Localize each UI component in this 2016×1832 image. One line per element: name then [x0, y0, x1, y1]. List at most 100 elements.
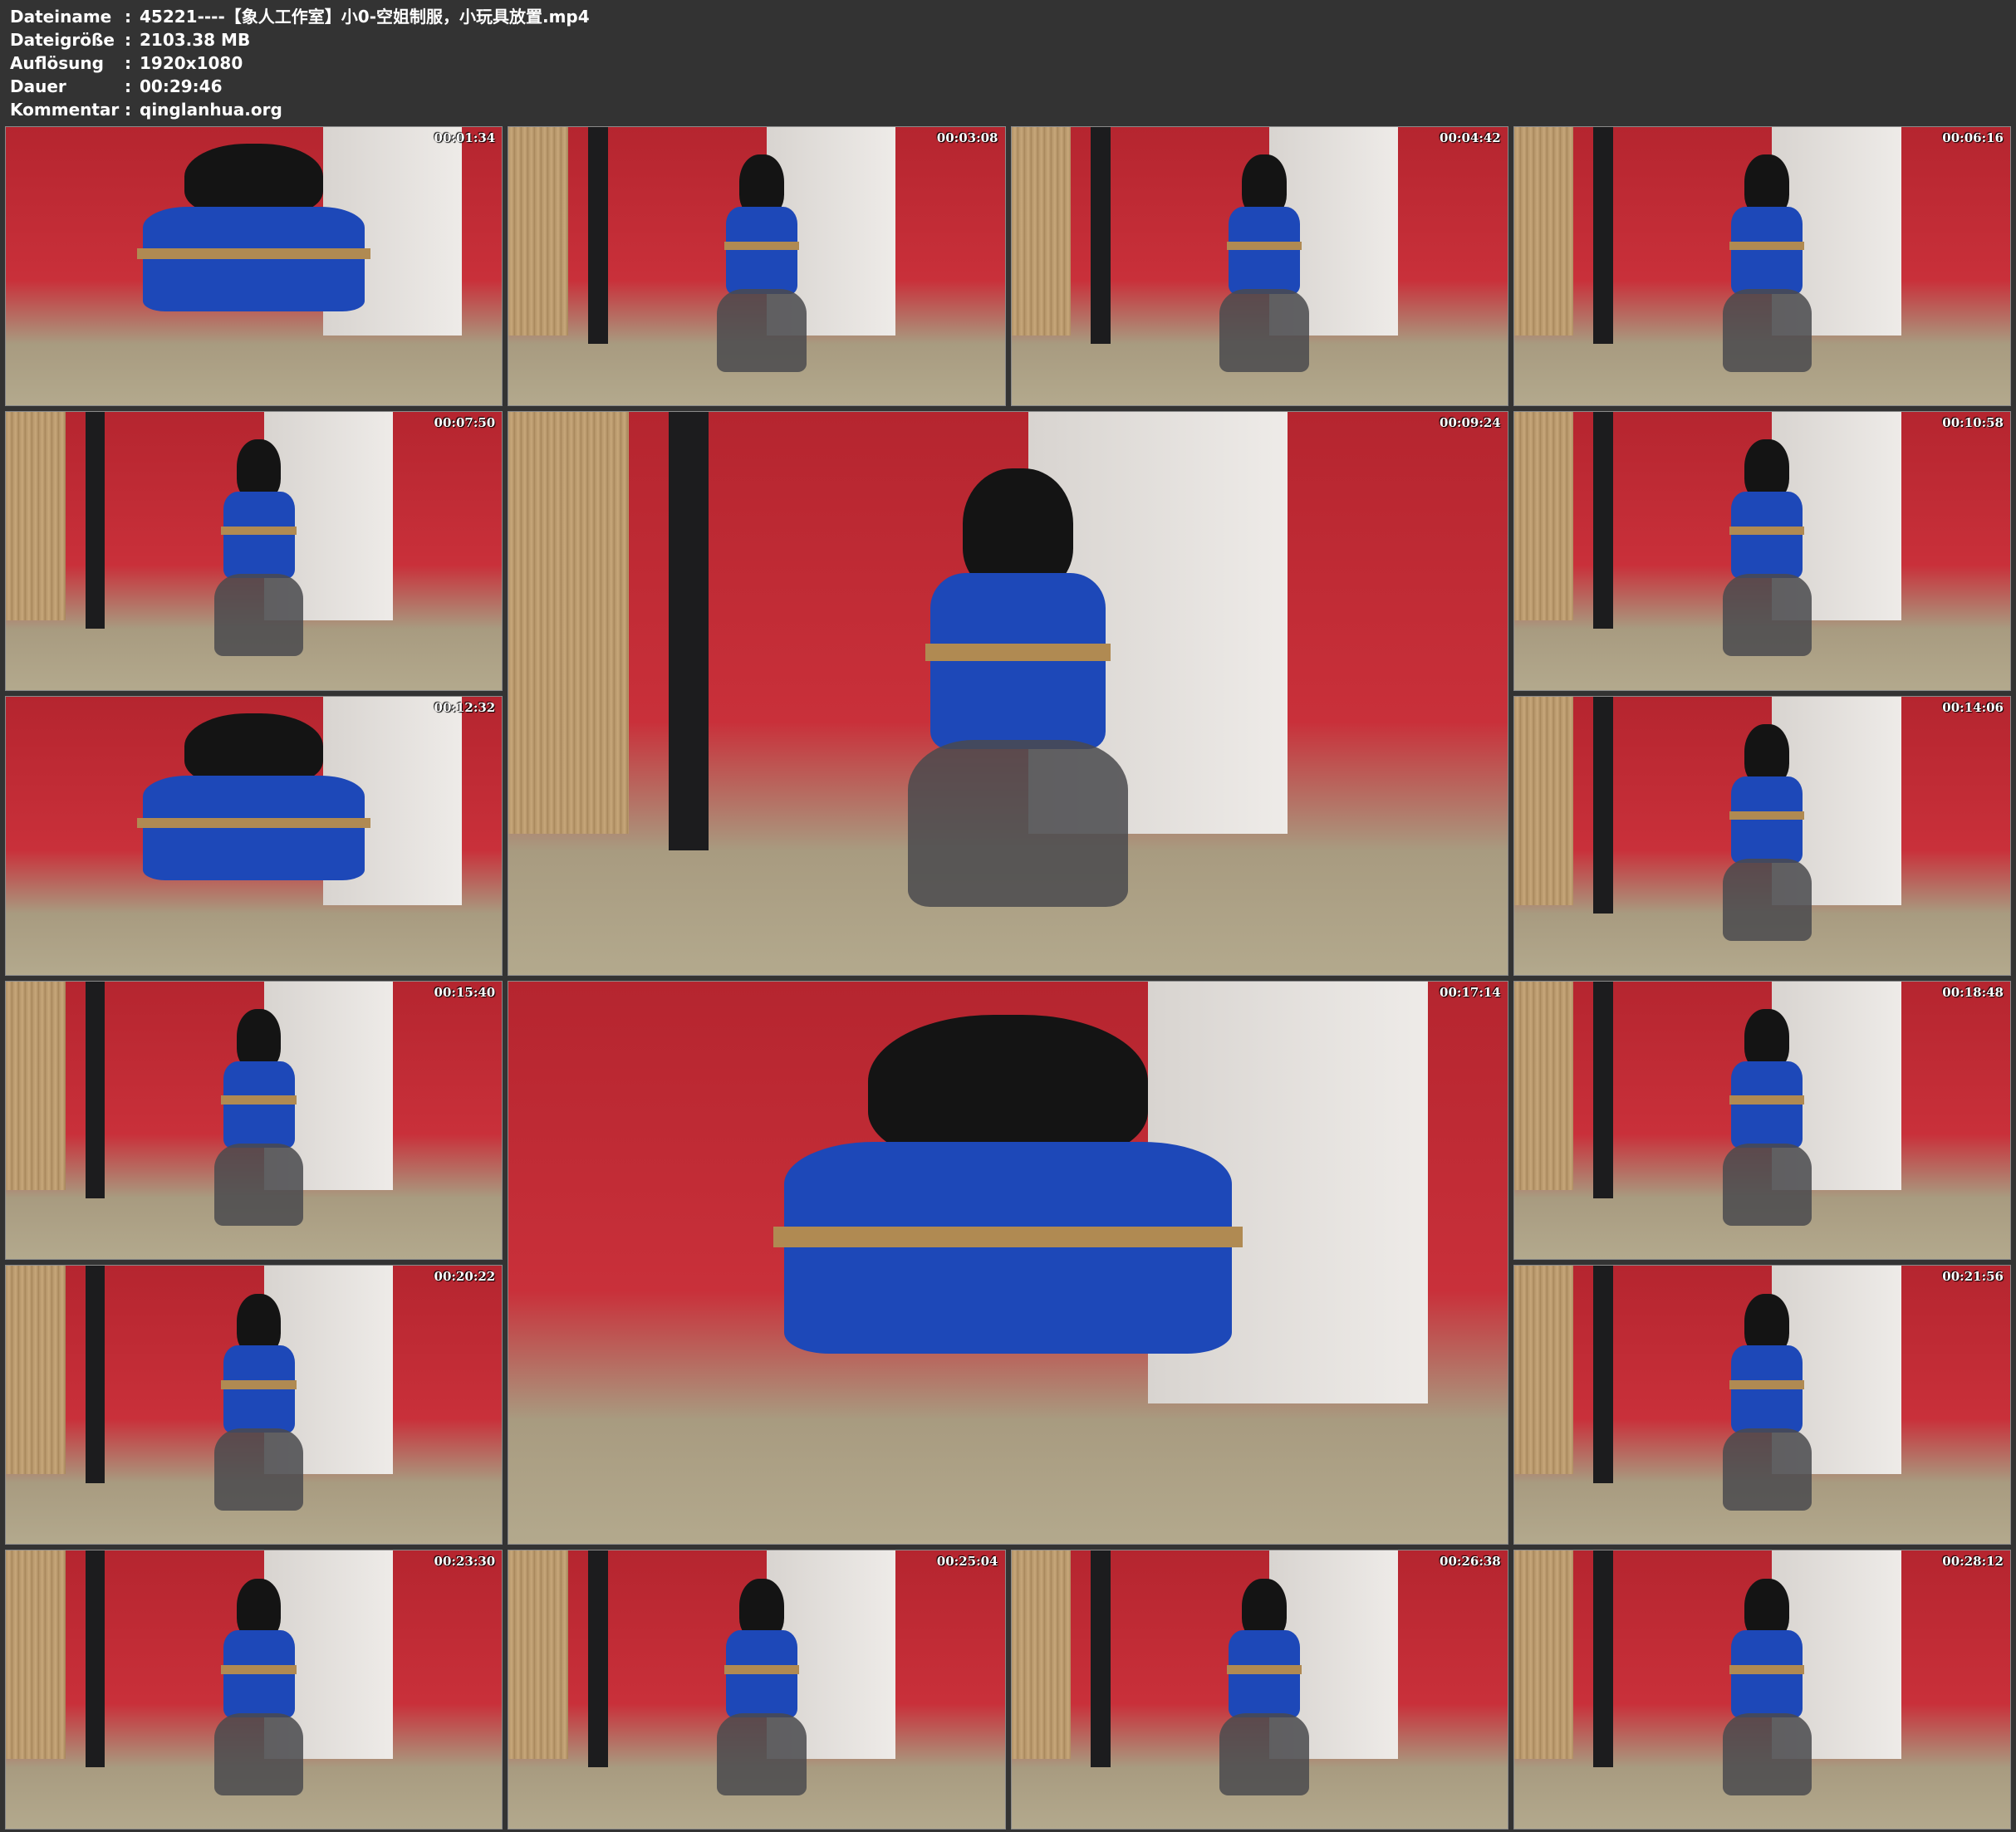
timestamp: 00:26:38	[1440, 1554, 1501, 1570]
uniform-shape	[1731, 1630, 1803, 1717]
rope-shape	[221, 1380, 297, 1389]
info-separator: :	[125, 76, 131, 96]
legs-shape	[213, 574, 304, 657]
figure	[1722, 724, 1812, 942]
info-row-resolution: Auflösung : 1920x1080	[10, 51, 590, 75]
black-pole	[85, 1266, 105, 1483]
video-thumbnail: 00:09:24	[508, 410, 1508, 976]
info-row-filename: Dateiname : 45221----【象人工作室】小0-空姐制服，小玩具放…	[10, 5, 590, 28]
legs-shape	[1219, 1712, 1309, 1795]
legs-shape	[213, 1428, 304, 1511]
info-value: qinglanhua.org	[140, 100, 282, 120]
black-pole	[85, 411, 105, 629]
info-value: 1920x1080	[140, 53, 243, 73]
video-thumbnail: 00:25:04	[508, 1550, 1006, 1830]
video-thumbnail: 00:20:22	[5, 1265, 503, 1545]
figure	[717, 154, 807, 372]
folding-screen	[1513, 411, 1574, 620]
timestamp: 00:20:22	[434, 1269, 496, 1285]
timestamp: 00:06:16	[1942, 130, 2004, 145]
folding-screen	[508, 1550, 568, 1760]
timestamp: 00:21:56	[1942, 1269, 2004, 1285]
timestamp: 00:14:06	[1942, 699, 2004, 715]
figure	[1219, 1578, 1309, 1795]
uniform-shape	[930, 573, 1106, 749]
timestamp: 00:15:40	[434, 984, 496, 1000]
info-row-duration: Dauer : 00:29:46	[10, 75, 590, 98]
rope-shape	[724, 1665, 799, 1674]
timestamp: 00:12:32	[434, 699, 496, 715]
legs-shape	[908, 740, 1128, 908]
video-thumbnail: 00:04:42	[1010, 126, 1508, 406]
folding-screen	[1011, 1550, 1072, 1760]
file-info-header: Dateiname : 45221----【象人工作室】小0-空姐制服，小玩具放…	[10, 5, 590, 121]
black-pole	[1593, 127, 1614, 345]
folding-screen	[6, 411, 66, 620]
figure	[1722, 1578, 1812, 1795]
info-label: Dauer	[10, 76, 66, 96]
video-thumbnail: 00:10:58	[1513, 410, 2011, 691]
black-pole	[85, 1550, 105, 1768]
rope-shape	[1729, 1380, 1805, 1389]
thumbnail-grid: 00:01:34 00:03:08 00:04:42 00:06:16 00:07:50…	[5, 126, 2011, 1830]
timestamp: 00:09:24	[1440, 414, 1501, 430]
folding-screen	[1513, 1266, 1574, 1475]
folding-screen	[1513, 1550, 1574, 1760]
uniform-shape	[142, 206, 365, 311]
video-thumbnail: 00:12:32	[5, 695, 503, 976]
legs-shape	[213, 1712, 304, 1795]
legs-shape	[1219, 289, 1309, 372]
uniform-shape	[725, 207, 797, 294]
video-thumbnail: 00:21:56	[1513, 1265, 2011, 1545]
hair-shape	[963, 468, 1073, 591]
figure	[213, 1578, 304, 1795]
info-separator: :	[125, 100, 131, 120]
legs-shape	[717, 289, 807, 372]
uniform-shape	[1731, 1345, 1803, 1433]
rope-shape	[1729, 241, 1805, 251]
black-pole	[1091, 127, 1111, 345]
legs-shape	[1722, 859, 1812, 942]
black-pole	[668, 411, 709, 851]
rope-shape	[1729, 1665, 1805, 1674]
legs-shape	[717, 1712, 807, 1795]
black-pole	[1593, 1550, 1614, 1768]
rope-shape	[1226, 241, 1302, 251]
uniform-shape	[223, 491, 295, 579]
timestamp: 00:17:14	[1440, 984, 1501, 1000]
black-pole	[587, 1550, 608, 1768]
folding-screen	[1513, 696, 1574, 905]
legs-shape	[1722, 1712, 1812, 1795]
black-pole	[1593, 411, 1614, 629]
hair-shape	[184, 144, 324, 218]
timestamp: 00:10:58	[1942, 414, 2004, 430]
uniform-shape	[1731, 776, 1803, 864]
timestamp: 00:07:50	[434, 414, 496, 430]
figure	[213, 1008, 304, 1227]
rope-shape	[137, 817, 371, 829]
video-thumbnail: 00:18:48	[1513, 980, 2011, 1261]
rope-shape	[925, 644, 1111, 662]
info-separator: :	[125, 7, 131, 27]
timestamp: 00:23:30	[434, 1554, 496, 1570]
folding-screen	[1011, 127, 1072, 336]
black-pole	[1593, 696, 1614, 914]
video-thumbnail: 00:14:06	[1513, 695, 2011, 976]
info-value: 45221----【象人工作室】小0-空姐制服，小玩具放置.mp4	[140, 7, 590, 27]
video-thumbnail: 00:07:50	[5, 410, 503, 691]
folding-screen	[1513, 981, 1574, 1190]
uniform-shape	[223, 1630, 295, 1717]
figure	[1722, 439, 1812, 657]
uniform-shape	[784, 1142, 1232, 1354]
black-pole	[587, 127, 608, 345]
hair-shape	[868, 1015, 1148, 1163]
legs-shape	[1722, 289, 1812, 372]
rope-shape	[724, 241, 799, 251]
folding-screen	[508, 411, 629, 835]
rope-shape	[773, 1226, 1243, 1248]
black-pole	[85, 981, 105, 1198]
uniform-shape	[1731, 1061, 1803, 1149]
rope-shape	[1729, 811, 1805, 820]
figure	[115, 713, 392, 975]
rope-shape	[1729, 526, 1805, 536]
